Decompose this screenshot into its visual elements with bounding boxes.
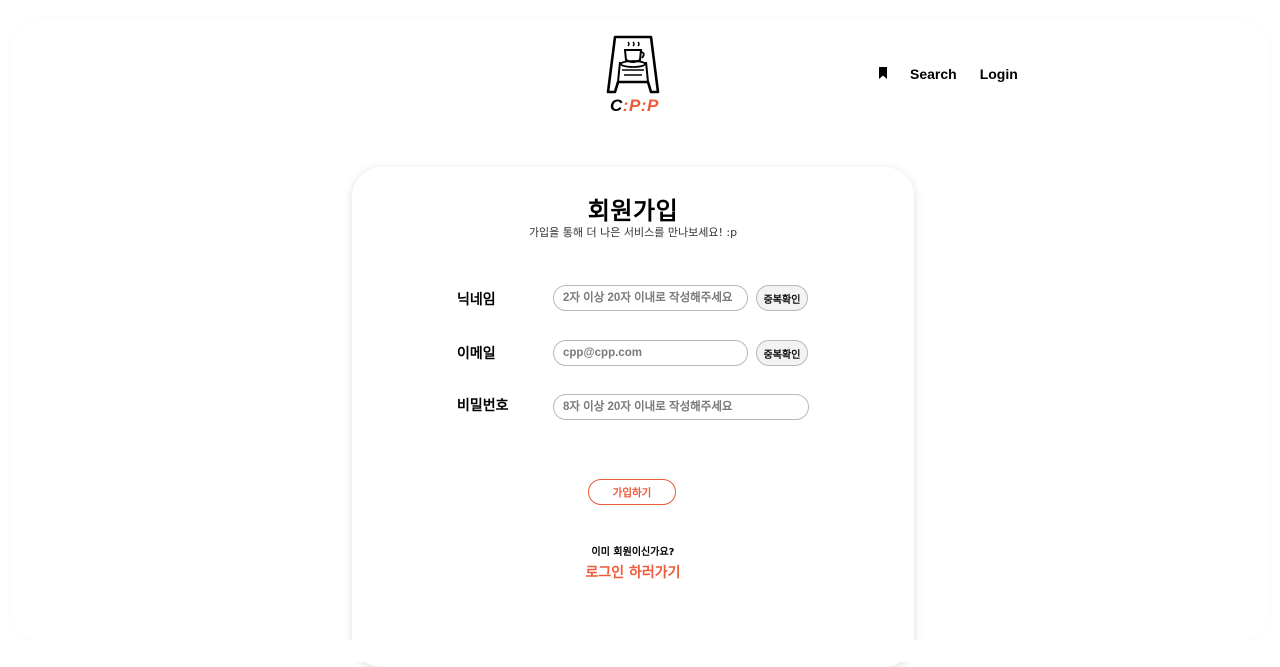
site-logo[interactable]: C:P:P [600,34,666,118]
password-label: 비밀번호 [457,398,509,414]
logo-text: C:P:P [610,96,659,115]
email-input[interactable] [553,340,748,366]
nickname-duplicate-check-button[interactable]: 중복확인 [756,285,808,311]
signup-submit-button[interactable]: 가입하기 [588,479,676,505]
go-to-login-link[interactable]: 로그인 하러가기 [352,562,914,582]
page-bottom-edge [0,640,1280,662]
password-input[interactable] [553,394,809,420]
nickname-label: 닉네임 [457,292,496,308]
signup-card: 회원가입 가입을 통해 더 나은 서비스를 만나보세요! :p 닉네임 중복확인… [352,167,914,667]
bookmark-icon[interactable] [878,67,888,81]
email-duplicate-check-button[interactable]: 중복확인 [756,340,808,366]
nav-login-link[interactable]: Login [980,66,1018,82]
top-nav: Search Login [878,66,1018,82]
page-title: 회원가입 [587,197,679,225]
nav-search-link[interactable]: Search [910,66,957,82]
already-member-text: 이미 회원이신가요? [591,547,675,558]
email-label: 이메일 [457,346,496,362]
page-subtitle: 가입을 통해 더 나은 서비스를 만나보세요! :p [528,226,738,239]
nickname-input[interactable] [553,285,748,311]
